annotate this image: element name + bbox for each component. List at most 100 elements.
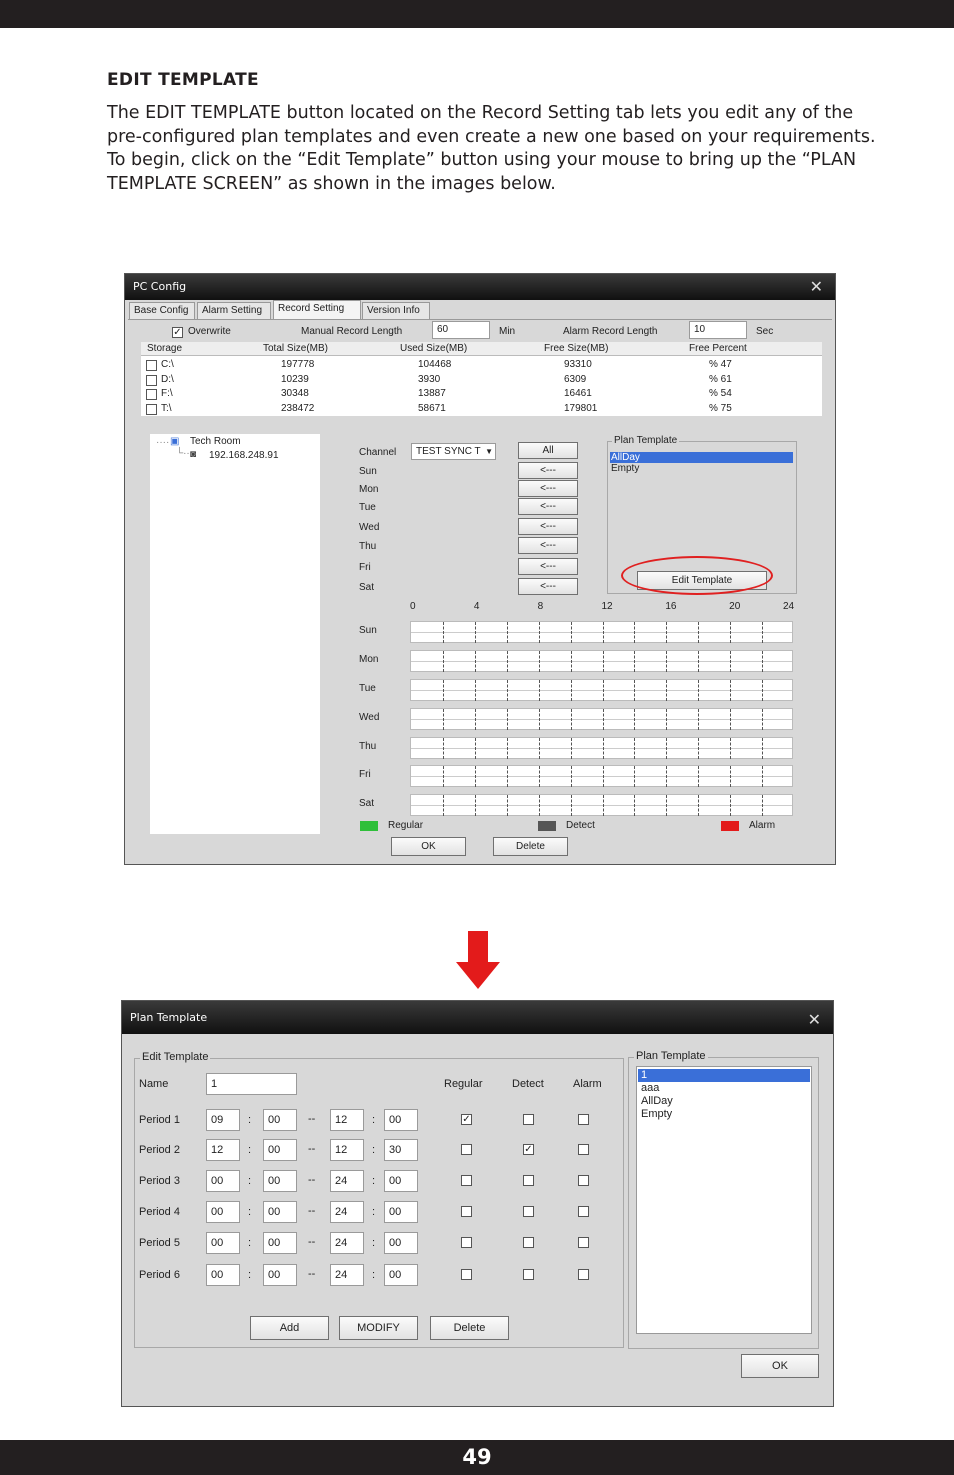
start-hour-input[interactable]: 00 — [206, 1264, 240, 1286]
start-minute-input[interactable]: 00 — [263, 1232, 297, 1254]
template-item[interactable]: Empty — [610, 463, 793, 474]
storage-row[interactable]: F:\ 30348 13887 16461 % 54 — [141, 388, 822, 402]
copy-sat-button[interactable]: <--- — [518, 578, 578, 595]
regular-checkbox[interactable] — [461, 1269, 472, 1280]
end-minute-input[interactable]: 30 — [384, 1139, 418, 1161]
schedule-row-tue[interactable] — [410, 679, 793, 701]
modify-button[interactable]: MODIFY — [339, 1316, 418, 1340]
end-minute-input[interactable]: 00 — [384, 1232, 418, 1254]
copy-wed-button[interactable]: <--- — [518, 518, 578, 535]
regular-checkbox[interactable] — [461, 1237, 472, 1248]
close-icon[interactable]: ✕ — [808, 1001, 821, 1039]
time-dash: -- — [308, 1174, 316, 1186]
schedule-row-fri[interactable] — [410, 765, 793, 787]
used-size: 3930 — [418, 373, 441, 385]
detect-checkbox[interactable] — [523, 1114, 534, 1125]
tree-root[interactable]: Tech Room — [190, 436, 241, 447]
hour-tick — [538, 738, 540, 759]
end-hour-input[interactable]: 24 — [330, 1170, 364, 1192]
template-list-item[interactable]: 1 — [638, 1069, 810, 1082]
copy-sun-button[interactable]: <--- — [518, 462, 578, 479]
end-hour-input[interactable]: 24 — [330, 1232, 364, 1254]
pc-ok-button[interactable]: OK — [391, 837, 466, 856]
storage-row[interactable]: C:\ 197778 104468 93310 % 47 — [141, 359, 822, 373]
alarm-checkbox[interactable] — [578, 1237, 589, 1248]
template-listbox[interactable]: 1 aaa AllDay Empty — [636, 1066, 812, 1334]
end-hour-input[interactable]: 24 — [330, 1264, 364, 1286]
end-hour-input[interactable]: 24 — [330, 1201, 364, 1223]
detect-checkbox[interactable] — [523, 1237, 534, 1248]
schedule-row-mon[interactable] — [410, 650, 793, 672]
start-hour-input[interactable]: 00 — [206, 1201, 240, 1223]
template-item[interactable]: AllDay — [610, 452, 793, 463]
channel-select[interactable]: TEST SYNC T ▼ — [411, 443, 496, 460]
schedule-row-wed[interactable] — [410, 708, 793, 730]
copy-thu-button[interactable]: <--- — [518, 537, 578, 554]
add-button[interactable]: Add — [250, 1316, 329, 1340]
chevron-down-icon[interactable]: ▼ — [485, 444, 493, 460]
schedule-midline — [411, 805, 792, 806]
overwrite-checkbox[interactable]: ✓ — [172, 327, 183, 338]
end-hour-input[interactable]: 12 — [330, 1139, 364, 1161]
tree-child[interactable]: 192.168.248.91 — [209, 450, 279, 461]
all-days-button[interactable]: All — [518, 442, 578, 459]
name-input[interactable]: 1 — [206, 1073, 297, 1095]
start-minute-input[interactable]: 00 — [263, 1201, 297, 1223]
end-hour-input[interactable]: 12 — [330, 1109, 364, 1131]
tab-alarm-setting[interactable]: Alarm Setting — [197, 302, 271, 319]
schedule-row-sat[interactable] — [410, 794, 793, 816]
hour-tick — [602, 738, 604, 759]
tab-record-setting[interactable]: Record Setting — [273, 300, 361, 319]
drive-checkbox[interactable] — [146, 403, 157, 415]
copy-fri-button[interactable]: <--- — [518, 558, 578, 575]
device-tree: ···· ▣ Tech Room └·· ◙ 192.168.248.91 — [150, 434, 320, 834]
end-minute-input[interactable]: 00 — [384, 1170, 418, 1192]
end-minute-input[interactable]: 00 — [384, 1109, 418, 1131]
end-minute-input[interactable]: 00 — [384, 1264, 418, 1286]
template-list-item[interactable]: AllDay — [638, 1095, 810, 1108]
alarm-checkbox[interactable] — [578, 1175, 589, 1186]
delete-button[interactable]: Delete — [430, 1316, 509, 1340]
tab-base-config[interactable]: Base Config — [129, 302, 195, 319]
copy-tue-button[interactable]: <--- — [518, 498, 578, 515]
template-list-item[interactable]: Empty — [638, 1108, 810, 1121]
detect-checkbox[interactable] — [523, 1175, 534, 1186]
drive-checkbox[interactable] — [146, 374, 157, 386]
pc-delete-button[interactable]: Delete — [493, 837, 568, 856]
used-size: 13887 — [418, 388, 446, 399]
start-minute-input[interactable]: 00 — [263, 1264, 297, 1286]
alarm-record-input[interactable]: 10 — [689, 321, 747, 339]
plan-ok-button[interactable]: OK — [741, 1354, 819, 1378]
detect-checkbox[interactable]: ✓ — [523, 1144, 534, 1155]
regular-checkbox[interactable]: ✓ — [461, 1114, 472, 1125]
tab-version-info[interactable]: Version Info — [362, 302, 430, 319]
template-list-item[interactable]: aaa — [638, 1082, 810, 1095]
storage-row[interactable]: T:\ 238472 58671 179801 % 75 — [141, 403, 822, 417]
regular-checkbox[interactable] — [461, 1144, 472, 1155]
manual-record-input[interactable]: 60 — [432, 321, 490, 339]
start-minute-input[interactable]: 00 — [263, 1109, 297, 1131]
start-minute-input[interactable]: 00 — [263, 1170, 297, 1192]
drive-checkbox[interactable] — [146, 360, 157, 371]
storage-header-row: Storage Total Size(MB) Used Size(MB) Fre… — [141, 342, 822, 356]
schedule-row-thu[interactable] — [410, 737, 793, 759]
start-hour-input[interactable]: 00 — [206, 1170, 240, 1192]
drive-checkbox[interactable] — [146, 389, 157, 400]
schedule-row-sun[interactable] — [410, 621, 793, 643]
alarm-checkbox[interactable] — [578, 1114, 589, 1125]
storage-row[interactable]: D:\ 10239 3930 6309 % 61 — [141, 374, 822, 388]
start-hour-input[interactable]: 12 — [206, 1139, 240, 1161]
alarm-checkbox[interactable] — [578, 1269, 589, 1280]
start-minute-input[interactable]: 00 — [263, 1139, 297, 1161]
detect-checkbox[interactable] — [523, 1269, 534, 1280]
alarm-checkbox[interactable] — [578, 1144, 589, 1155]
regular-checkbox[interactable] — [461, 1175, 472, 1186]
copy-mon-button[interactable]: <--- — [518, 480, 578, 497]
close-icon[interactable]: ✕ — [810, 274, 823, 300]
start-hour-input[interactable]: 09 — [206, 1109, 240, 1131]
alarm-checkbox[interactable] — [578, 1206, 589, 1217]
detect-checkbox[interactable] — [523, 1206, 534, 1217]
end-minute-input[interactable]: 00 — [384, 1201, 418, 1223]
regular-checkbox[interactable] — [461, 1206, 472, 1217]
start-hour-input[interactable]: 00 — [206, 1232, 240, 1254]
